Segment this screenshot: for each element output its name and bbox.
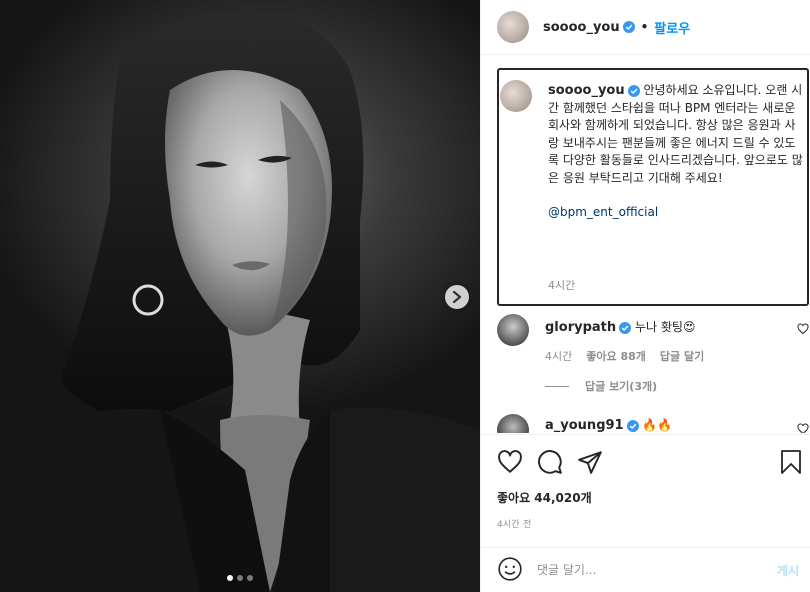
caption-text: soooo_you 안녕하세요 소유입니다. 오랜 시간 함께했던 스타쉽을 떠… (548, 82, 806, 222)
comment-icon (538, 450, 562, 474)
like-button[interactable] (497, 449, 523, 478)
add-comment-bar: 게시 (481, 547, 810, 592)
share-button[interactable] (577, 449, 603, 478)
view-replies-button[interactable]: 답글 보기(3개) (545, 378, 657, 394)
caption-username[interactable]: soooo_you (548, 83, 625, 98)
chevron-right-icon (452, 291, 462, 303)
carousel-dot (237, 575, 243, 581)
save-button[interactable] (779, 449, 803, 478)
caption-time[interactable]: 4시간 (548, 277, 575, 293)
post-photo[interactable] (0, 0, 480, 592)
post-comment-button[interactable]: 게시 (777, 562, 799, 579)
comment-username[interactable]: a_young91 (545, 418, 624, 433)
action-icons (497, 449, 603, 478)
follow-button[interactable]: 팔로우 (654, 18, 690, 37)
emoji-icon (498, 556, 522, 581)
avatar[interactable] (497, 314, 529, 346)
separator-dot: • (640, 20, 649, 34)
comment-like-heart-icon[interactable] (797, 423, 809, 433)
comment-meta: 4시간 좋아요 88개 답글 달기 (545, 348, 704, 364)
carousel-dot-active (227, 575, 233, 581)
mention-link[interactable]: @bpm_ent_official (548, 204, 806, 222)
comment-text: a_young91 🔥🔥 (545, 418, 775, 433)
verified-badge-icon (627, 84, 640, 97)
comment-like-heart-icon[interactable] (797, 323, 809, 335)
replies-line (545, 385, 569, 387)
caption-body: 안녕하세요 소유입니다. 오랜 시간 함께했던 스타쉽을 떠나 BPM 엔터라는… (548, 83, 803, 185)
comment-username[interactable]: glorypath (545, 320, 616, 335)
verified-badge-icon (626, 419, 639, 432)
reply-button[interactable]: 답글 달기 (660, 348, 704, 364)
comment-button[interactable] (537, 449, 563, 478)
heart-icon (498, 450, 522, 473)
post-side-panel: soooo_you • 팔로우 soooo_you 안녕하세요 소유입니다. 오… (480, 0, 810, 592)
bookmark-icon (781, 450, 801, 474)
portrait-image (0, 10, 480, 592)
avatar[interactable] (500, 80, 532, 112)
comment-text: glorypath 누나 홧팅😍 (545, 318, 775, 335)
verified-badge-icon (622, 21, 635, 33)
verified-badge-icon (619, 321, 632, 334)
view-replies-label: 답글 보기(3개) (585, 380, 658, 393)
carousel-dot (247, 575, 253, 581)
comments-area[interactable]: soooo_you 안녕하세요 소유입니다. 오랜 시간 함께했던 스타쉽을 떠… (481, 56, 810, 433)
post-header: soooo_you • 팔로우 (481, 0, 810, 55)
comment-time[interactable]: 4시간 (545, 348, 572, 364)
next-photo-button[interactable] (445, 285, 469, 309)
post-timestamp[interactable]: 4시간 전 (497, 517, 531, 530)
avatar[interactable] (497, 414, 529, 433)
comment-likes[interactable]: 좋아요 88개 (586, 348, 646, 364)
comment-body: 🔥🔥 (642, 418, 673, 432)
carousel-dots (227, 575, 253, 581)
avatar[interactable] (497, 11, 529, 43)
share-icon (578, 451, 602, 474)
comment-input[interactable] (537, 563, 757, 577)
post-actions: 좋아요 44,020개 4시간 전 (481, 434, 810, 544)
likes-count[interactable]: 좋아요 44,020개 (497, 489, 592, 506)
comment-body: 누나 홧팅😍 (634, 320, 696, 334)
caption-block: soooo_you 안녕하세요 소유입니다. 오랜 시간 함께했던 스타쉽을 떠… (497, 68, 809, 306)
emoji-button[interactable] (497, 556, 523, 585)
header-username[interactable]: soooo_you (543, 20, 620, 35)
